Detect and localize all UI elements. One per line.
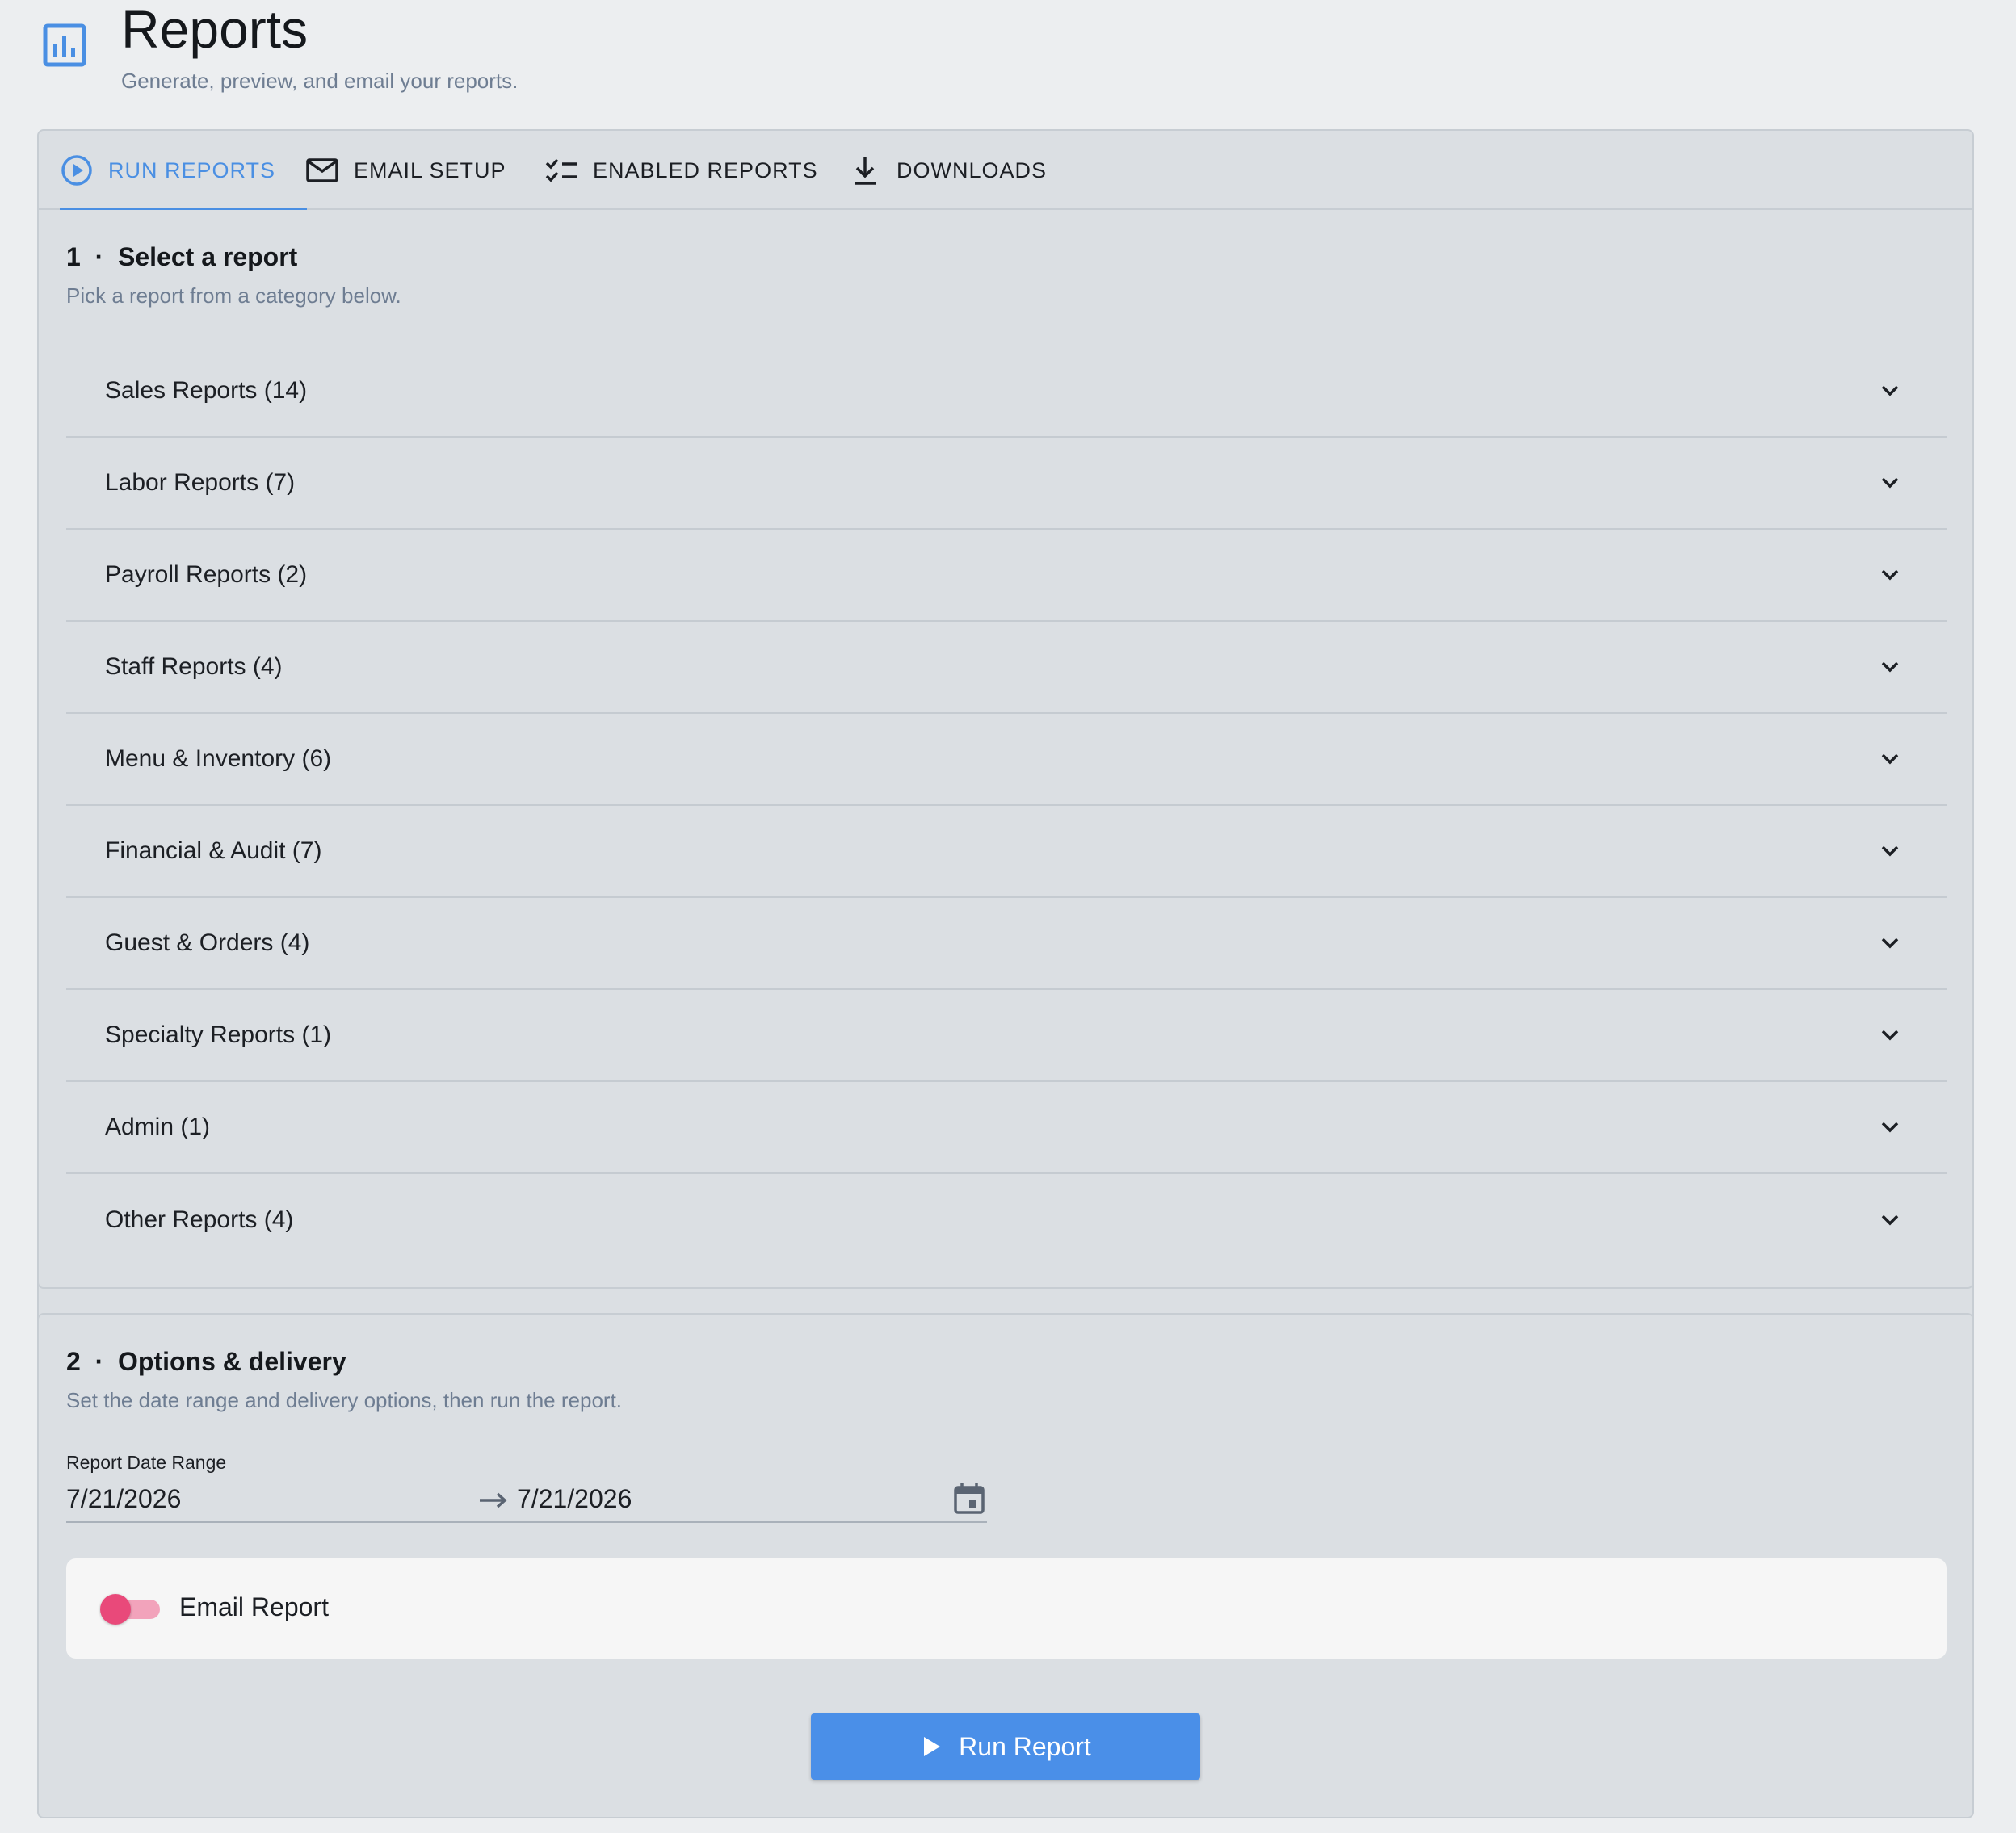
chevron-down-icon bbox=[1881, 1122, 1899, 1133]
chevron-down-icon bbox=[1881, 1214, 1899, 1226]
category-label: Sales Reports (14) bbox=[105, 377, 308, 404]
chevron-down-icon bbox=[1881, 385, 1899, 396]
tab-email-setup[interactable]: EMAIL SETUP bbox=[305, 131, 506, 210]
category-label: Staff Reports (4) bbox=[105, 653, 283, 680]
tab-downloads[interactable]: DOWNLOADS bbox=[848, 131, 1047, 210]
step-number: 1 bbox=[66, 242, 81, 271]
category-label: Guest & Orders (4) bbox=[105, 929, 310, 956]
download-icon bbox=[855, 157, 876, 185]
page-header: Reports Generate, preview, and email you… bbox=[42, 0, 1011, 113]
tab-run-reports[interactable]: RUN REPORTS bbox=[60, 131, 307, 212]
category-staff-reports[interactable]: Staff Reports (4) bbox=[66, 622, 1947, 714]
play-circle-icon bbox=[61, 155, 92, 186]
tab-enabled-reports[interactable]: ENABLED REPORTS bbox=[544, 131, 818, 210]
page-subtitle: Generate, preview, and email your report… bbox=[121, 69, 519, 93]
date-end-input[interactable]: 7/21/2026 bbox=[517, 1484, 632, 1514]
calendar-icon[interactable] bbox=[951, 1481, 987, 1516]
category-label: Financial & Audit (7) bbox=[105, 837, 322, 864]
category-label: Payroll Reports (2) bbox=[105, 561, 308, 588]
step-1-title: 1 · Select a report bbox=[66, 241, 297, 273]
date-range-field[interactable]: 7/21/2026 7/21/2026 bbox=[66, 1476, 987, 1523]
select-report-section: 1 · Select a report Pick a report from a… bbox=[37, 210, 1974, 1289]
chevron-down-icon bbox=[1881, 845, 1899, 857]
run-report-label: Run Report bbox=[959, 1731, 1091, 1761]
date-range-label: Report Date Range bbox=[66, 1452, 227, 1473]
email-report-toggle[interactable] bbox=[100, 1594, 162, 1625]
step-title-text: Select a report bbox=[118, 242, 298, 271]
play-icon bbox=[924, 1737, 941, 1756]
report-categories: Sales Reports (14) Labor Reports (7) Pay… bbox=[66, 346, 1947, 1266]
toggle-thumb bbox=[100, 1594, 131, 1625]
category-label: Menu & Inventory (6) bbox=[105, 745, 332, 772]
step-separator: · bbox=[87, 1347, 111, 1376]
page-title: Reports bbox=[121, 0, 309, 59]
category-label: Other Reports (4) bbox=[105, 1206, 294, 1233]
chevron-down-icon bbox=[1881, 753, 1899, 765]
date-start-input[interactable]: 7/21/2026 bbox=[66, 1484, 181, 1514]
checklist-icon bbox=[545, 158, 577, 182]
step-2-title: 2 · Options & delivery bbox=[66, 1345, 346, 1378]
chevron-down-icon bbox=[1881, 1030, 1899, 1041]
category-sales-reports[interactable]: Sales Reports (14) bbox=[66, 346, 1947, 438]
category-other-reports[interactable]: Other Reports (4) bbox=[66, 1174, 1947, 1266]
tab-label: ENABLED REPORTS bbox=[593, 157, 818, 182]
email-report-panel: Email Report bbox=[66, 1558, 1947, 1659]
chevron-down-icon bbox=[1881, 661, 1899, 673]
step-2-description: Set the date range and delivery options,… bbox=[66, 1388, 623, 1412]
mail-icon bbox=[306, 158, 338, 182]
category-financial-audit[interactable]: Financial & Audit (7) bbox=[66, 806, 1947, 898]
category-label: Labor Reports (7) bbox=[105, 469, 296, 496]
category-label: Admin (1) bbox=[105, 1114, 211, 1140]
run-report-button[interactable]: Run Report bbox=[811, 1713, 1200, 1780]
category-menu-inventory[interactable]: Menu & Inventory (6) bbox=[66, 714, 1947, 806]
email-report-label: Email Report bbox=[179, 1592, 329, 1621]
category-specialty-reports[interactable]: Specialty Reports (1) bbox=[66, 990, 1947, 1082]
chevron-down-icon bbox=[1881, 477, 1899, 489]
bar-chart-icon bbox=[43, 23, 86, 67]
category-guest-orders[interactable]: Guest & Orders (4) bbox=[66, 898, 1947, 990]
category-admin[interactable]: Admin (1) bbox=[66, 1082, 1947, 1174]
options-delivery-section: 2 · Options & delivery Set the date rang… bbox=[37, 1313, 1974, 1818]
category-payroll-reports[interactable]: Payroll Reports (2) bbox=[66, 530, 1947, 622]
chevron-down-icon bbox=[1881, 569, 1899, 581]
step-1-description: Pick a report from a category below. bbox=[66, 283, 401, 308]
arrow-right-icon bbox=[480, 1492, 507, 1508]
reports-card: RUN REPORTS EMAIL SETUP ENABLED REPORTS bbox=[37, 129, 1974, 1818]
category-label: Specialty Reports (1) bbox=[105, 1021, 332, 1048]
tab-label: EMAIL SETUP bbox=[354, 157, 506, 182]
step-separator: · bbox=[87, 242, 111, 271]
tab-label: RUN REPORTS bbox=[108, 157, 276, 182]
step-title-text: Options & delivery bbox=[118, 1347, 346, 1376]
tab-label: DOWNLOADS bbox=[897, 157, 1048, 182]
step-number: 2 bbox=[66, 1347, 81, 1376]
tab-bar: RUN REPORTS EMAIL SETUP ENABLED REPORTS bbox=[39, 131, 1972, 212]
chevron-down-icon bbox=[1881, 937, 1899, 949]
category-labor-reports[interactable]: Labor Reports (7) bbox=[66, 438, 1947, 530]
